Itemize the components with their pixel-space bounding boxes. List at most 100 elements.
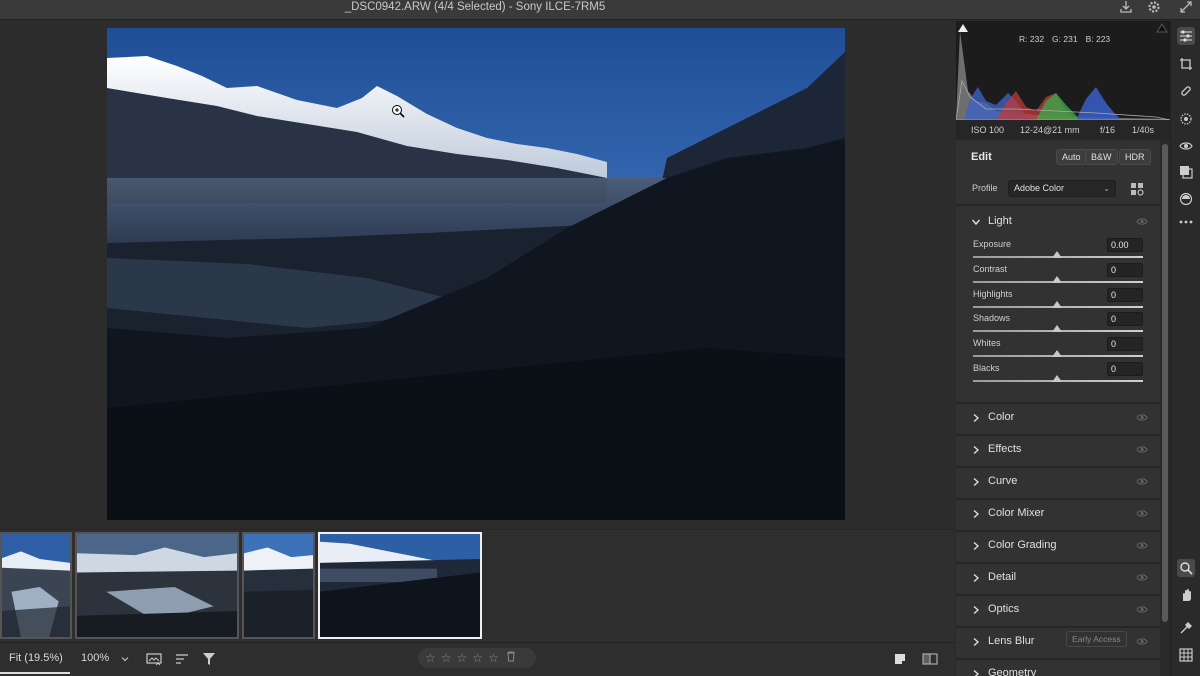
masking-icon[interactable] [1177,110,1195,128]
eye-icon[interactable] [1136,573,1148,582]
image-canvas[interactable] [0,21,955,529]
thumbnail-2[interactable] [75,532,239,639]
thumbnail-3[interactable] [242,532,315,639]
thumbnail-1[interactable] [0,532,72,639]
lens-value: 12-24@21 mm [1020,125,1080,135]
zoom-tool-icon[interactable] [1177,559,1195,577]
section-label: Detail [988,571,1017,583]
section-label: Color Mixer [988,507,1045,519]
bw-button[interactable]: B&W [1085,149,1118,165]
thumbnail-4-selected[interactable] [318,532,482,639]
early-access-badge: Early Access [1066,631,1127,647]
light-section: Light Exposure 0.00 Contrast 0 Highlight… [956,208,1160,402]
section-color-grading[interactable]: Color Grading [956,530,1160,560]
chevron-down-icon[interactable] [117,651,133,667]
slider-thumb[interactable] [1052,325,1062,332]
slider-value-input[interactable]: 0 [1107,362,1143,376]
slider-label: Shadows [973,313,1011,323]
eye-icon[interactable] [1136,605,1148,614]
hdr-button[interactable]: HDR [1119,149,1151,165]
profile-value: Adobe Color [1014,183,1065,193]
slider-thumb[interactable] [1052,375,1062,382]
section-color-mixer[interactable]: Color Mixer [956,498,1160,528]
star-5[interactable]: ☆ [488,652,499,664]
exposure-slider[interactable]: Exposure 0.00 [956,238,1160,263]
sliders-icon[interactable] [1177,27,1195,45]
eye-icon[interactable] [1136,541,1148,550]
highlights-slider[interactable]: Highlights 0 [956,288,1160,313]
eye-icon[interactable] [1136,477,1148,486]
rgb-readout: R: 232 G: 231 B: 223 [1019,34,1110,44]
presets-icon[interactable] [1177,163,1195,181]
sort-icon[interactable] [174,651,190,667]
expand-icon[interactable] [1177,0,1195,15]
slider-value-input[interactable]: 0 [1107,288,1143,302]
star-2[interactable]: ☆ [441,652,452,664]
crop-icon[interactable] [1177,55,1195,73]
slider-label: Whites [973,338,1001,348]
light-header[interactable]: Light [956,208,1160,234]
contrast-slider[interactable]: Contrast 0 [956,263,1160,288]
redeye-icon[interactable] [1177,137,1195,155]
profile-browser-icon[interactable] [1130,182,1144,196]
grid-icon[interactable] [1177,646,1195,664]
slider-thumb[interactable] [1052,350,1062,357]
section-label: Color Grading [988,539,1057,551]
section-color[interactable]: Color [956,402,1160,432]
gear-icon[interactable] [1145,0,1163,15]
window-title: _DSC0942.ARW (4/4 Selected) - Sony ILCE-… [344,1,606,13]
profile-row: Profile Adobe Color ⌄ [956,176,1160,202]
auto-button[interactable]: Auto [1056,149,1087,165]
slider-value-input[interactable]: 0 [1107,337,1143,351]
filmstrip-view-icon[interactable] [146,651,162,667]
section-curve[interactable]: Curve [956,466,1160,496]
blacks-slider[interactable]: Blacks 0 [956,362,1160,387]
star-4[interactable]: ☆ [472,652,483,664]
slider-thumb[interactable] [1052,251,1062,258]
section-label: Color [988,411,1015,423]
fit-zoom-option[interactable]: Fit (19.5%) [9,652,63,664]
shadows-slider[interactable]: Shadows 0 [956,312,1160,337]
single-view-icon[interactable] [892,651,908,667]
section-geometry[interactable]: Geometry [956,658,1160,676]
shadow-clipping-icon[interactable] [957,23,969,33]
hand-tool-icon[interactable] [1177,586,1195,604]
section-lens-blur[interactable]: Lens Blur Early Access [956,626,1160,656]
main-photo[interactable] [107,28,845,520]
section-optics[interactable]: Optics [956,594,1160,624]
slider-value-input[interactable]: 0 [1107,312,1143,326]
highlight-clipping-icon[interactable] [1156,23,1168,33]
whites-slider[interactable]: Whites 0 [956,337,1160,362]
eye-icon[interactable] [1136,413,1148,422]
eye-icon[interactable] [1136,509,1148,518]
star-1[interactable]: ☆ [425,652,436,664]
slider-thumb[interactable] [1052,276,1062,283]
filter-icon[interactable] [201,651,217,667]
trash-icon[interactable] [506,649,516,667]
section-effects[interactable]: Effects [956,434,1160,464]
eye-icon[interactable] [1136,217,1148,226]
section-label: Effects [988,443,1022,455]
eye-icon[interactable] [1136,445,1148,454]
chevron-right-icon [973,445,980,455]
histogram: R: 232 G: 231 B: 223 [956,21,1170,120]
chevron-right-icon [973,637,980,647]
more-icon[interactable] [1177,213,1195,231]
compare-view-icon[interactable] [922,651,938,667]
heal-icon[interactable] [1177,82,1195,100]
slider-label: Blacks [973,363,1000,373]
star-rating[interactable]: ☆ ☆ ☆ ☆ ☆ [418,648,536,668]
export-icon[interactable] [1117,0,1135,15]
snapshots-icon[interactable] [1177,190,1195,208]
slider-value-input[interactable]: 0.00 [1107,238,1143,252]
scrollbar-thumb[interactable] [1162,144,1168,622]
slider-value-input[interactable]: 0 [1107,263,1143,277]
slider-thumb[interactable] [1052,301,1062,308]
color-sampler-icon[interactable] [1177,619,1195,637]
star-3[interactable]: ☆ [457,652,468,664]
panel-scrollbar[interactable] [1160,140,1170,676]
profile-select[interactable]: Adobe Color ⌄ [1008,180,1116,197]
zoom-100-option[interactable]: 100% [81,652,109,664]
eye-icon[interactable] [1136,637,1148,646]
section-detail[interactable]: Detail [956,562,1160,592]
